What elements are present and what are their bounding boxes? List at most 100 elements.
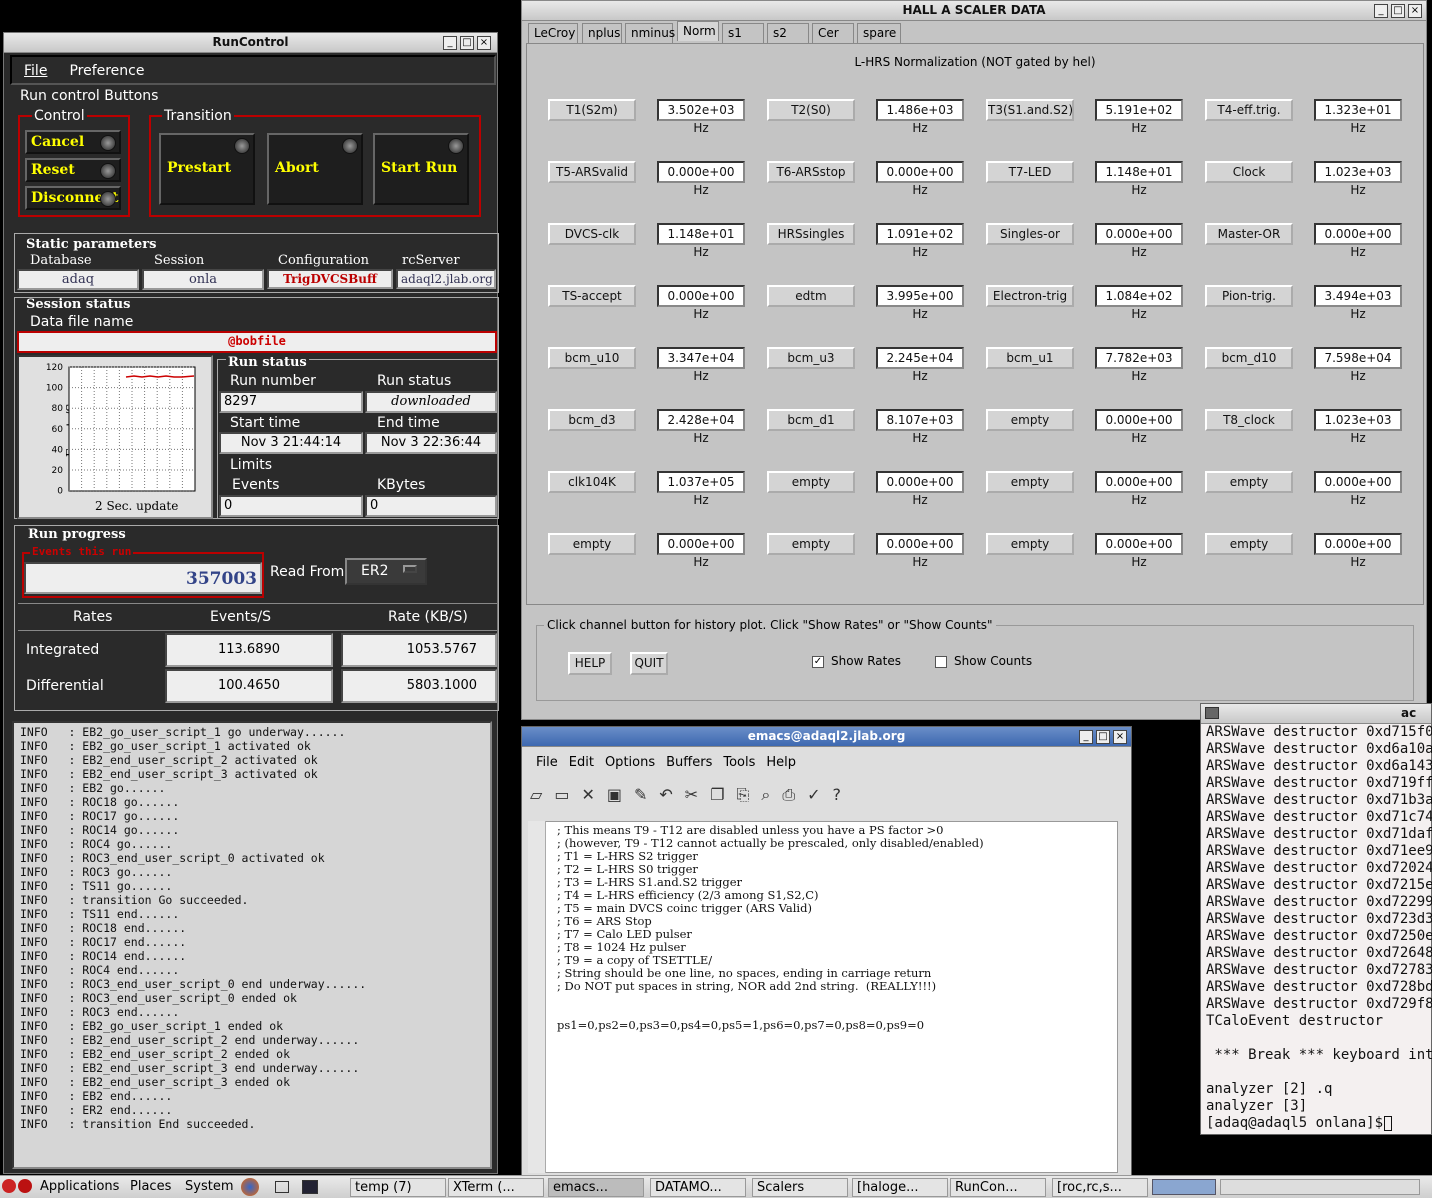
- channel-button[interactable]: empty: [986, 409, 1074, 431]
- tab-cer[interactable]: Cer: [812, 23, 854, 43]
- workspace-pager[interactable]: [1220, 1179, 1420, 1195]
- minimize-icon[interactable]: _: [1374, 4, 1388, 18]
- close-icon[interactable]: ×: [477, 36, 491, 50]
- channel-button[interactable]: bcm_d3: [548, 409, 636, 431]
- channel-button[interactable]: bcm_d10: [1205, 347, 1293, 369]
- print-icon[interactable]: ⎙: [782, 785, 807, 804]
- reset-button[interactable]: Reset: [25, 158, 121, 182]
- menu-file[interactable]: File: [24, 63, 47, 79]
- menu-preference[interactable]: Preference: [69, 63, 144, 79]
- xterm-output[interactable]: ARSWave destructor 0xd715f00 ARSWave des…: [1206, 724, 1432, 1132]
- channel-button[interactable]: T5-ARSvalid: [548, 161, 636, 183]
- channel-button[interactable]: T4-eff.trig.: [1205, 99, 1293, 121]
- taskbar-window-button[interactable]: [roc,rc,s...: [1052, 1178, 1148, 1197]
- taskbar-window-button[interactable]: RunCon...: [950, 1178, 1046, 1197]
- emacs-menu-file[interactable]: File: [536, 755, 558, 770]
- channel-button[interactable]: Pion-trig.: [1205, 285, 1293, 307]
- maximize-icon[interactable]: □: [1391, 4, 1405, 18]
- start-run-button[interactable]: Start Run: [373, 133, 469, 205]
- paste-icon[interactable]: ⎘: [737, 785, 762, 804]
- events-limit-field[interactable]: 0: [219, 495, 363, 517]
- show-desktop-icon[interactable]: [275, 1181, 289, 1193]
- emacs-menu-edit[interactable]: Edit: [569, 755, 594, 770]
- channel-button[interactable]: T6-ARSstop: [767, 161, 855, 183]
- channel-button[interactable]: empty: [548, 533, 636, 555]
- cancel-button[interactable]: Cancel: [25, 130, 121, 154]
- save-icon[interactable]: ▣: [607, 785, 634, 804]
- disconnect-button[interactable]: Disconnect: [25, 186, 121, 210]
- emacs-menu-tools[interactable]: Tools: [723, 755, 755, 770]
- channel-button[interactable]: T3(S1.and.S2): [986, 99, 1074, 121]
- tab-nminus[interactable]: nminus: [625, 23, 675, 43]
- cut-icon[interactable]: ✂: [685, 785, 710, 804]
- channel-button[interactable]: bcm_d1: [767, 409, 855, 431]
- channel-button[interactable]: T7-LED: [986, 161, 1074, 183]
- kbytes-limit-field[interactable]: 0: [365, 495, 497, 517]
- channel-button[interactable]: TS-accept: [548, 285, 636, 307]
- show-rates-checkbox[interactable]: ✓: [812, 656, 824, 668]
- show-counts-checkbox[interactable]: [935, 656, 947, 668]
- tab-norm[interactable]: Norm: [677, 21, 719, 41]
- tab-nplus[interactable]: nplus: [582, 23, 622, 43]
- workspace-switcher[interactable]: [1152, 1179, 1216, 1195]
- channel-button[interactable]: T1(S2m): [548, 99, 636, 121]
- info-log[interactable]: INFO : EB2_go_user_script_1 go underway.…: [12, 721, 492, 1169]
- new-file-icon[interactable]: ▱: [530, 785, 554, 804]
- channel-button[interactable]: empty: [767, 471, 855, 493]
- close-buffer-icon[interactable]: ✕: [581, 785, 606, 804]
- channel-button[interactable]: empty: [1205, 471, 1293, 493]
- help-icon[interactable]: ?: [833, 785, 854, 804]
- channel-button[interactable]: Master-OR: [1205, 223, 1293, 245]
- close-icon[interactable]: ×: [1408, 4, 1422, 18]
- channel-button[interactable]: empty: [986, 471, 1074, 493]
- channel-button[interactable]: bcm_u10: [548, 347, 636, 369]
- channel-button[interactable]: DVCS-clk: [548, 223, 636, 245]
- preferences-icon[interactable]: ✓: [807, 785, 832, 804]
- terminal-launcher-icon[interactable]: [302, 1180, 318, 1194]
- quit-button[interactable]: QUIT: [630, 652, 668, 675]
- open-folder-icon[interactable]: ▭: [554, 785, 581, 804]
- emacs-menu-options[interactable]: Options: [605, 755, 655, 770]
- help-button[interactable]: HELP: [568, 652, 612, 675]
- emacs-menu-buffers[interactable]: Buffers: [666, 755, 712, 770]
- channel-button[interactable]: Clock: [1205, 161, 1293, 183]
- tab-spare[interactable]: spare: [857, 23, 901, 43]
- system-menu[interactable]: System: [185, 1179, 233, 1194]
- channel-button[interactable]: T8_clock: [1205, 409, 1293, 431]
- channel-button[interactable]: bcm_u1: [986, 347, 1074, 369]
- maximize-icon[interactable]: □: [460, 36, 474, 50]
- channel-button[interactable]: empty: [1205, 533, 1293, 555]
- channel-button[interactable]: bcm_u3: [767, 347, 855, 369]
- taskbar-window-button[interactable]: Scalers: [752, 1178, 848, 1197]
- channel-button[interactable]: Singles-or: [986, 223, 1074, 245]
- minimize-icon[interactable]: _: [443, 36, 457, 50]
- search-icon[interactable]: ⌕: [761, 785, 782, 804]
- channel-button[interactable]: Electron-trig: [986, 285, 1074, 307]
- channel-button[interactable]: empty: [986, 533, 1074, 555]
- places-menu[interactable]: Places: [130, 1179, 171, 1194]
- minimize-icon[interactable]: _: [1079, 730, 1093, 744]
- channel-button[interactable]: empty: [767, 533, 855, 555]
- taskbar-window-button[interactable]: emacs...: [548, 1178, 644, 1197]
- undo-icon[interactable]: ↶: [659, 785, 684, 804]
- read-from-select[interactable]: ER2: [345, 558, 427, 585]
- copy-icon[interactable]: ❐: [710, 785, 736, 804]
- maximize-icon[interactable]: □: [1096, 730, 1110, 744]
- tab-s2[interactable]: s2: [767, 23, 809, 43]
- prestart-button[interactable]: Prestart: [159, 133, 255, 205]
- emacs-buffer[interactable]: ; This means T9 - T12 are disabled unles…: [528, 821, 1118, 1173]
- channel-button[interactable]: T2(S0): [767, 99, 855, 121]
- taskbar-window-button[interactable]: DATAMO...: [650, 1178, 746, 1197]
- channel-button[interactable]: HRSsingles: [767, 223, 855, 245]
- tab-lecroy[interactable]: LeCroy: [528, 23, 578, 43]
- abort-button[interactable]: Abort: [267, 133, 363, 205]
- tab-s1[interactable]: s1: [722, 23, 764, 43]
- channel-button[interactable]: clk104K: [548, 471, 636, 493]
- applications-menu[interactable]: Applications: [40, 1179, 119, 1194]
- channel-button[interactable]: edtm: [767, 285, 855, 307]
- emacs-menu-help[interactable]: Help: [766, 755, 796, 770]
- taskbar-window-button[interactable]: XTerm (...: [448, 1178, 544, 1197]
- close-icon[interactable]: ×: [1113, 730, 1127, 744]
- save-as-icon[interactable]: ✎: [634, 785, 659, 804]
- taskbar-window-button[interactable]: [haloge...: [852, 1178, 948, 1197]
